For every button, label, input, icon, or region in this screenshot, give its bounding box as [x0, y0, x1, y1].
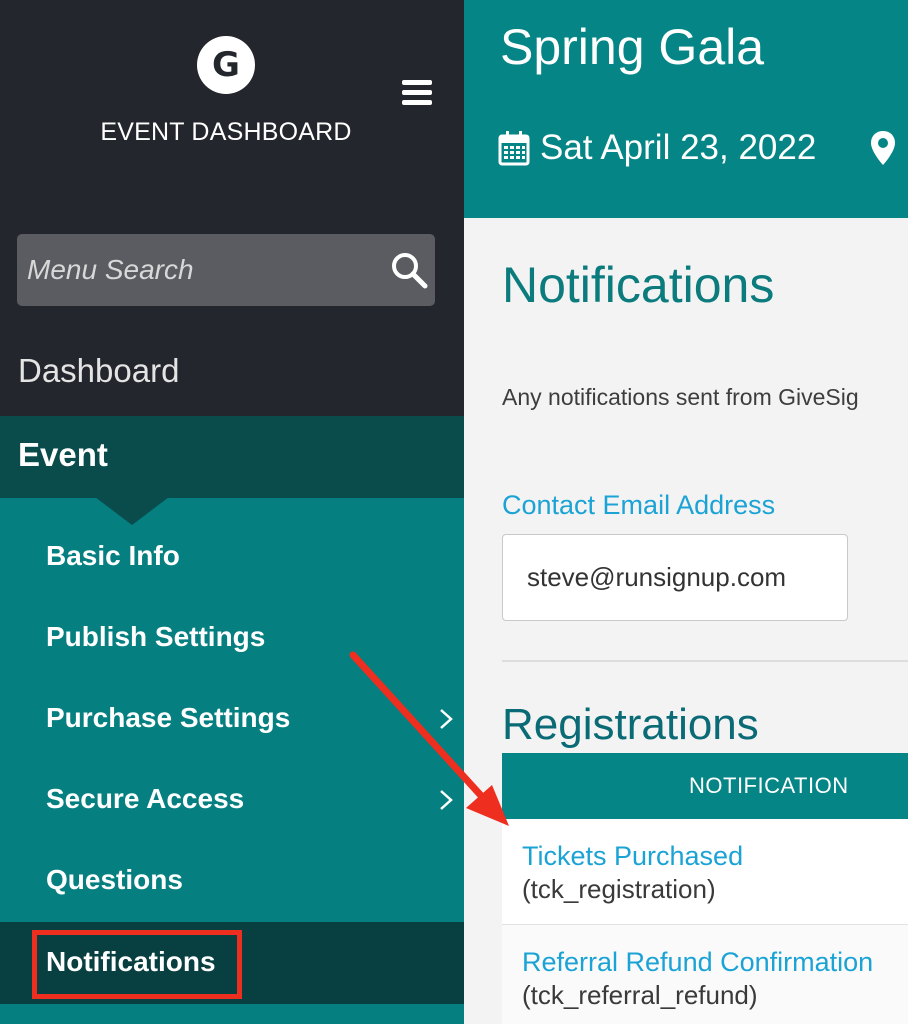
sidebar-item-label: Secure Access	[46, 783, 245, 814]
sidebar-item-notifications[interactable]: Notifications	[0, 922, 464, 1004]
event-date: Sat April 23, 2022	[498, 128, 816, 168]
nav-event-label: Event	[18, 436, 108, 473]
table-row: Tickets Purchased (tck_registration)	[502, 819, 908, 925]
active-section-pointer	[95, 497, 169, 525]
menu-search	[17, 234, 435, 306]
menu-search-input[interactable]	[17, 234, 377, 306]
sidebar-item-purchase-settings[interactable]: Purchase Settings	[0, 678, 464, 760]
notification-link[interactable]: Tickets Purchased	[522, 839, 908, 873]
nav-event[interactable]: Event	[0, 416, 464, 498]
table-row: Referral Refund Confirmation (tck_referr…	[502, 925, 908, 1024]
event-submenu: Basic Info Publish Settings Purchase Set…	[0, 498, 464, 1024]
notification-code: (tck_registration)	[522, 874, 716, 904]
map-pin-icon	[871, 131, 895, 165]
registrations-heading: Registrations	[502, 700, 759, 749]
page-title: Notifications	[502, 257, 775, 313]
sidebar-item-label: Publish Settings	[46, 621, 266, 652]
contact-email-label: Contact Email Address	[502, 490, 776, 520]
notification-code: (tck_referral_refund)	[522, 980, 758, 1010]
notification-link[interactable]: Referral Refund Confirmation	[522, 945, 908, 979]
table-header-notification: NOTIFICATION	[502, 753, 908, 819]
main-content: Notifications Any notifications sent fro…	[464, 218, 908, 1024]
section-divider	[502, 660, 908, 662]
calendar-icon	[498, 131, 530, 166]
event-date-text: Sat April 23, 2022	[540, 128, 817, 167]
annotation-highlight-box	[32, 930, 242, 999]
chevron-right-icon	[440, 790, 453, 810]
event-name: Spring Gala	[500, 19, 765, 75]
sidebar-item-secure-access[interactable]: Secure Access	[0, 759, 464, 841]
dashboard-title: EVENT DASHBOARD	[100, 118, 352, 146]
sidebar: G EVENT DASHBOARD Dashboard Event Basic …	[0, 0, 464, 1024]
givesignup-logo[interactable]: G	[197, 36, 255, 94]
sidebar-item-label: Questions	[46, 864, 183, 895]
intro-text: Any notifications sent from GiveSig	[502, 384, 859, 410]
notifications-table: NOTIFICATION Tickets Purchased (tck_regi…	[502, 753, 908, 1024]
sidebar-item-label: Basic Info	[46, 540, 180, 571]
event-header: Spring Gala Sat April 23, 2022	[464, 0, 908, 218]
sidebar-item-basic-info[interactable]: Basic Info	[0, 516, 464, 598]
sidebar-item-label: Purchase Settings	[46, 702, 291, 733]
sidebar-item-publish-settings[interactable]: Publish Settings	[0, 597, 464, 679]
contact-email-field[interactable]	[502, 534, 848, 621]
chevron-right-icon	[440, 709, 453, 729]
logo-letter: G	[212, 45, 240, 85]
sidebar-item-questions[interactable]: Questions	[0, 840, 464, 922]
nav-dashboard[interactable]: Dashboard	[18, 352, 179, 390]
search-icon[interactable]	[388, 249, 430, 291]
hamburger-menu-icon[interactable]	[402, 80, 432, 106]
